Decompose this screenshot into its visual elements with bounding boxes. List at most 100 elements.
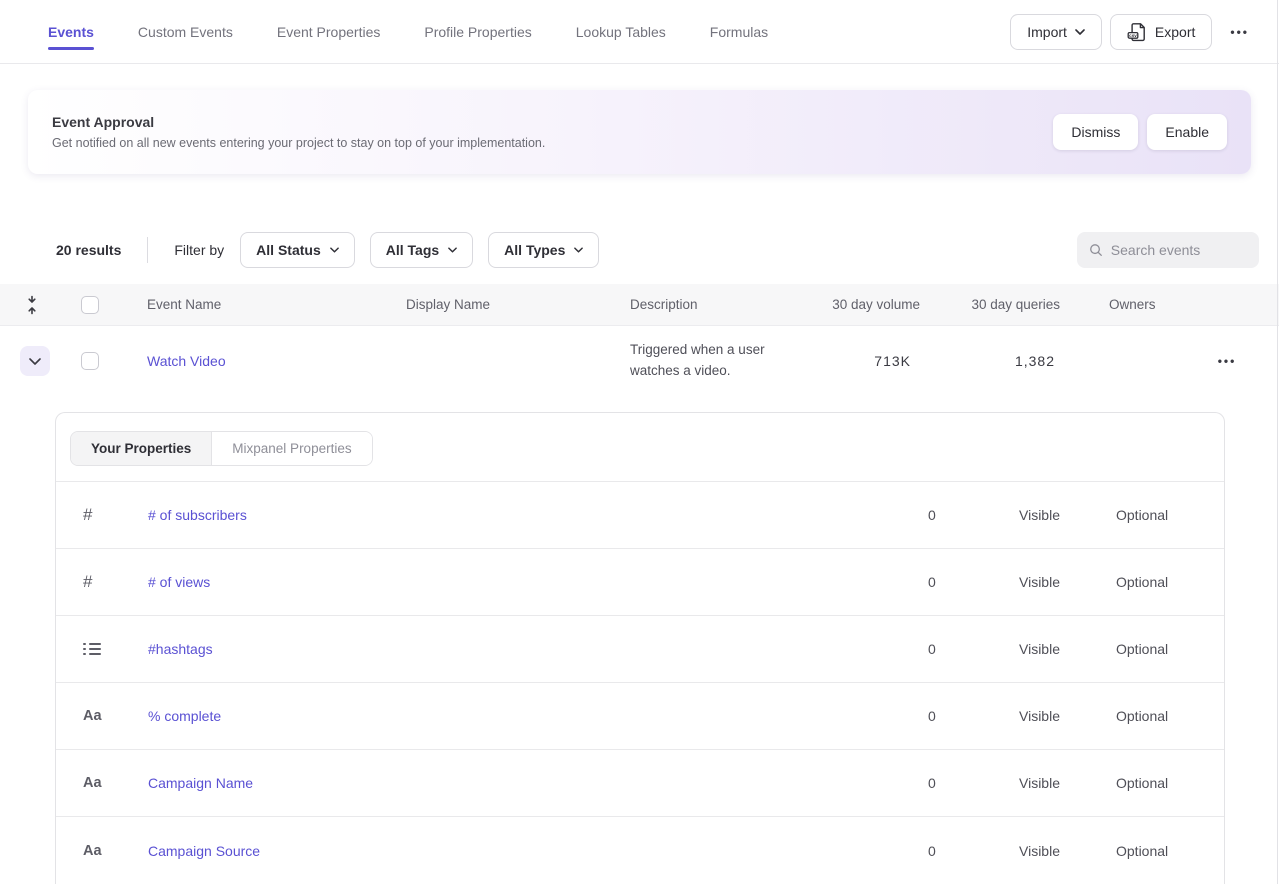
collapse-vertical-icon (24, 295, 40, 315)
import-button-label: Import (1027, 24, 1067, 40)
status-filter-dropdown[interactable]: All Status (240, 232, 355, 268)
filter-by-label: Filter by (174, 242, 224, 258)
number-type-icon: # (83, 572, 92, 592)
tags-filter-label: All Tags (386, 242, 439, 258)
nav-overflow-button[interactable]: ••• (1220, 25, 1259, 39)
property-name-link[interactable]: #hashtags (148, 641, 213, 657)
chevron-down-icon (1075, 29, 1085, 35)
collapse-all-button[interactable] (14, 295, 50, 315)
property-visibility: Visible (1019, 708, 1116, 724)
banner-actions: Dismiss Enable (1053, 114, 1227, 150)
property-value: 0 (928, 574, 1019, 590)
header-30-day-queries[interactable]: 30 day queries (920, 297, 1060, 312)
property-requirement: Optional (1116, 843, 1224, 859)
chevron-down-icon (574, 247, 583, 253)
property-visibility: Visible (1019, 843, 1116, 859)
property-row: # # of subscribers 0 Visible Optional (56, 482, 1224, 549)
tab-mixpanel-properties[interactable]: Mixpanel Properties (212, 432, 371, 465)
text-type-icon: Aa (83, 843, 102, 859)
property-row: # # of views 0 Visible Optional (56, 549, 1224, 616)
property-requirement: Optional (1116, 775, 1224, 791)
properties-panel: Your Properties Mixpanel Properties # # … (55, 412, 1225, 884)
header-owners[interactable]: Owners (1060, 297, 1183, 312)
property-row: Aa Campaign Source 0 Visible Optional (56, 817, 1224, 884)
property-value: 0 (928, 775, 1019, 791)
tags-filter-dropdown[interactable]: All Tags (370, 232, 473, 268)
property-name-link[interactable]: % complete (148, 708, 221, 724)
tab-profile-properties[interactable]: Profile Properties (424, 0, 531, 64)
property-requirement: Optional (1116, 507, 1224, 523)
results-count: 20 results (56, 242, 121, 258)
filter-bar: 20 results Filter by All Status All Tags… (0, 232, 1279, 268)
row-overflow-button[interactable]: ••• (1218, 354, 1237, 368)
header-display-name[interactable]: Display Name (390, 297, 614, 312)
tab-event-properties[interactable]: Event Properties (277, 0, 381, 64)
property-value: 0 (928, 843, 1019, 859)
chevron-down-icon (448, 247, 457, 253)
tab-lookup-tables[interactable]: Lookup Tables (576, 0, 666, 64)
export-button[interactable]: csv Export (1110, 14, 1212, 50)
row-checkbox[interactable] (81, 352, 99, 370)
property-name-link[interactable]: # of subscribers (148, 507, 247, 523)
text-type-icon: Aa (83, 708, 102, 724)
row-expander-button[interactable] (20, 346, 50, 376)
number-type-icon: # (83, 505, 92, 525)
event-description: Triggered when a user watches a video. (630, 340, 800, 382)
property-requirement: Optional (1116, 708, 1224, 724)
import-button[interactable]: Import (1010, 14, 1102, 50)
event-30-day-queries: 1,382 (920, 353, 1060, 369)
property-name-link[interactable]: Campaign Source (148, 843, 260, 859)
properties-segmented-control: Your Properties Mixpanel Properties (70, 431, 373, 466)
types-filter-dropdown[interactable]: All Types (488, 232, 599, 268)
text-type-icon: Aa (83, 775, 102, 791)
property-value: 0 (928, 507, 1019, 523)
banner-title: Event Approval (52, 114, 545, 130)
status-filter-label: All Status (256, 242, 321, 258)
property-visibility: Visible (1019, 507, 1116, 523)
property-requirement: Optional (1116, 574, 1224, 590)
tab-custom-events[interactable]: Custom Events (138, 0, 233, 64)
tab-events[interactable]: Events (48, 0, 94, 64)
select-all-checkbox[interactable] (81, 296, 99, 314)
banner-description: Get notified on all new events entering … (52, 136, 545, 150)
event-30-day-volume: 713K (810, 353, 920, 369)
property-value: 0 (928, 641, 1019, 657)
banner-text: Event Approval Get notified on all new e… (52, 114, 545, 150)
export-button-label: Export (1155, 24, 1195, 40)
event-approval-banner: Event Approval Get notified on all new e… (28, 90, 1251, 174)
nav-tabs: Events Custom Events Event Properties Pr… (48, 0, 768, 64)
event-name-link[interactable]: Watch Video (147, 353, 226, 369)
csv-file-icon: csv (1127, 22, 1147, 42)
window-edge (1277, 0, 1278, 884)
property-visibility: Visible (1019, 775, 1116, 791)
dismiss-button[interactable]: Dismiss (1053, 114, 1138, 150)
enable-button[interactable]: Enable (1147, 114, 1227, 150)
property-row: Aa % complete 0 Visible Optional (56, 683, 1224, 750)
property-name-link[interactable]: # of views (148, 574, 210, 590)
types-filter-label: All Types (504, 242, 565, 258)
property-visibility: Visible (1019, 574, 1116, 590)
chevron-down-icon (330, 247, 339, 253)
property-visibility: Visible (1019, 641, 1116, 657)
svg-text:csv: csv (1129, 32, 1137, 37)
property-value: 0 (928, 708, 1019, 724)
event-table-header: Event Name Display Name Description 30 d… (0, 284, 1279, 326)
search-box[interactable] (1077, 232, 1259, 268)
nav-actions: Import csv Export ••• (1010, 14, 1259, 50)
filter-chips: All Status All Tags All Types (240, 232, 599, 268)
tab-your-properties[interactable]: Your Properties (71, 432, 212, 465)
top-nav: Events Custom Events Event Properties Pr… (0, 0, 1279, 64)
property-requirement: Optional (1116, 641, 1224, 657)
search-input[interactable] (1111, 242, 1247, 258)
search-icon (1089, 242, 1103, 258)
chevron-down-icon (29, 358, 41, 365)
divider (147, 237, 148, 263)
header-description[interactable]: Description (614, 297, 810, 312)
header-30-day-volume[interactable]: 30 day volume (810, 297, 920, 312)
property-name-link[interactable]: Campaign Name (148, 775, 253, 791)
tab-formulas[interactable]: Formulas (710, 0, 768, 64)
header-event-name[interactable]: Event Name (130, 297, 390, 312)
property-row: #hashtags 0 Visible Optional (56, 616, 1224, 683)
properties-tabbar: Your Properties Mixpanel Properties (56, 413, 1224, 482)
list-type-icon (83, 642, 101, 656)
